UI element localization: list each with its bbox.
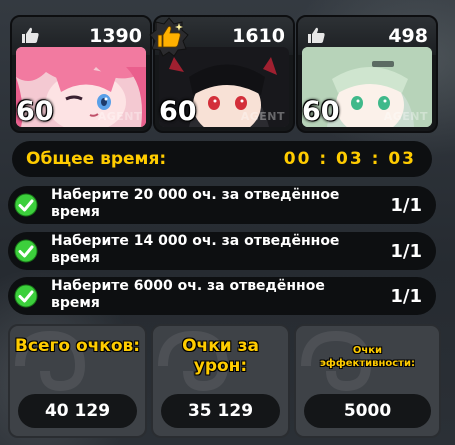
thumbs-up-icon <box>308 27 325 43</box>
agent-likes: 1390 <box>89 25 142 47</box>
damage-score-value: 35 129 <box>161 394 280 428</box>
task-text: Наберите 20 000 оч. за отведённое время <box>51 187 340 220</box>
liked-thumbs-up-icon[interactable] <box>149 17 189 57</box>
check-circle-icon <box>14 284 38 308</box>
agent-tag: AGENT <box>97 110 142 123</box>
total-score-title: Всего очков: <box>14 336 141 356</box>
task-progress: 1/1 <box>390 195 422 216</box>
task-row: Наберите 20 000 оч. за отведённое время … <box>8 186 436 224</box>
task-row: Наберите 6000 оч. за отведённое время 1/… <box>8 277 436 315</box>
agent-card-3[interactable]: 498 60 AGENT <box>296 15 438 133</box>
agent-level: 60 <box>159 96 197 127</box>
agent-likes: 498 <box>388 25 428 47</box>
total-time-bar: Общее время: 00 : 03 : 03 <box>12 141 432 177</box>
agent-tag: AGENT <box>383 110 428 123</box>
task-row: Наберите 14 000 оч. за отведённое время … <box>8 232 436 270</box>
damage-score-panel: Очки за урон: 35 129 <box>151 324 290 438</box>
check-circle-icon <box>14 193 38 217</box>
efficiency-score-value: 5000 <box>304 394 431 428</box>
total-time-label: Общее время: <box>26 149 167 169</box>
task-progress: 1/1 <box>390 241 422 262</box>
agent-level: 60 <box>302 96 340 127</box>
agent-likes: 1610 <box>232 25 285 47</box>
task-text: Наберите 14 000 оч. за отведённое время <box>51 233 340 266</box>
damage-score-title: Очки за урон: <box>182 336 259 376</box>
total-score-panel: Всего очков: 40 129 <box>8 324 147 438</box>
total-score-value: 40 129 <box>18 394 137 428</box>
check-circle-icon <box>14 239 38 263</box>
thumbs-up-icon <box>22 27 39 43</box>
task-progress: 1/1 <box>390 286 422 307</box>
agent-tag: AGENT <box>240 110 285 123</box>
total-time-value: 00 : 03 : 03 <box>283 149 416 169</box>
efficiency-score-title: Очки эффективности: <box>320 345 415 369</box>
agent-level: 60 <box>16 96 54 127</box>
task-text: Наберите 6000 оч. за отведённое время <box>51 278 325 311</box>
efficiency-score-panel: Очки эффективности: 5000 <box>294 324 441 438</box>
agent-card-1[interactable]: 1390 60 AGENT <box>10 15 152 133</box>
